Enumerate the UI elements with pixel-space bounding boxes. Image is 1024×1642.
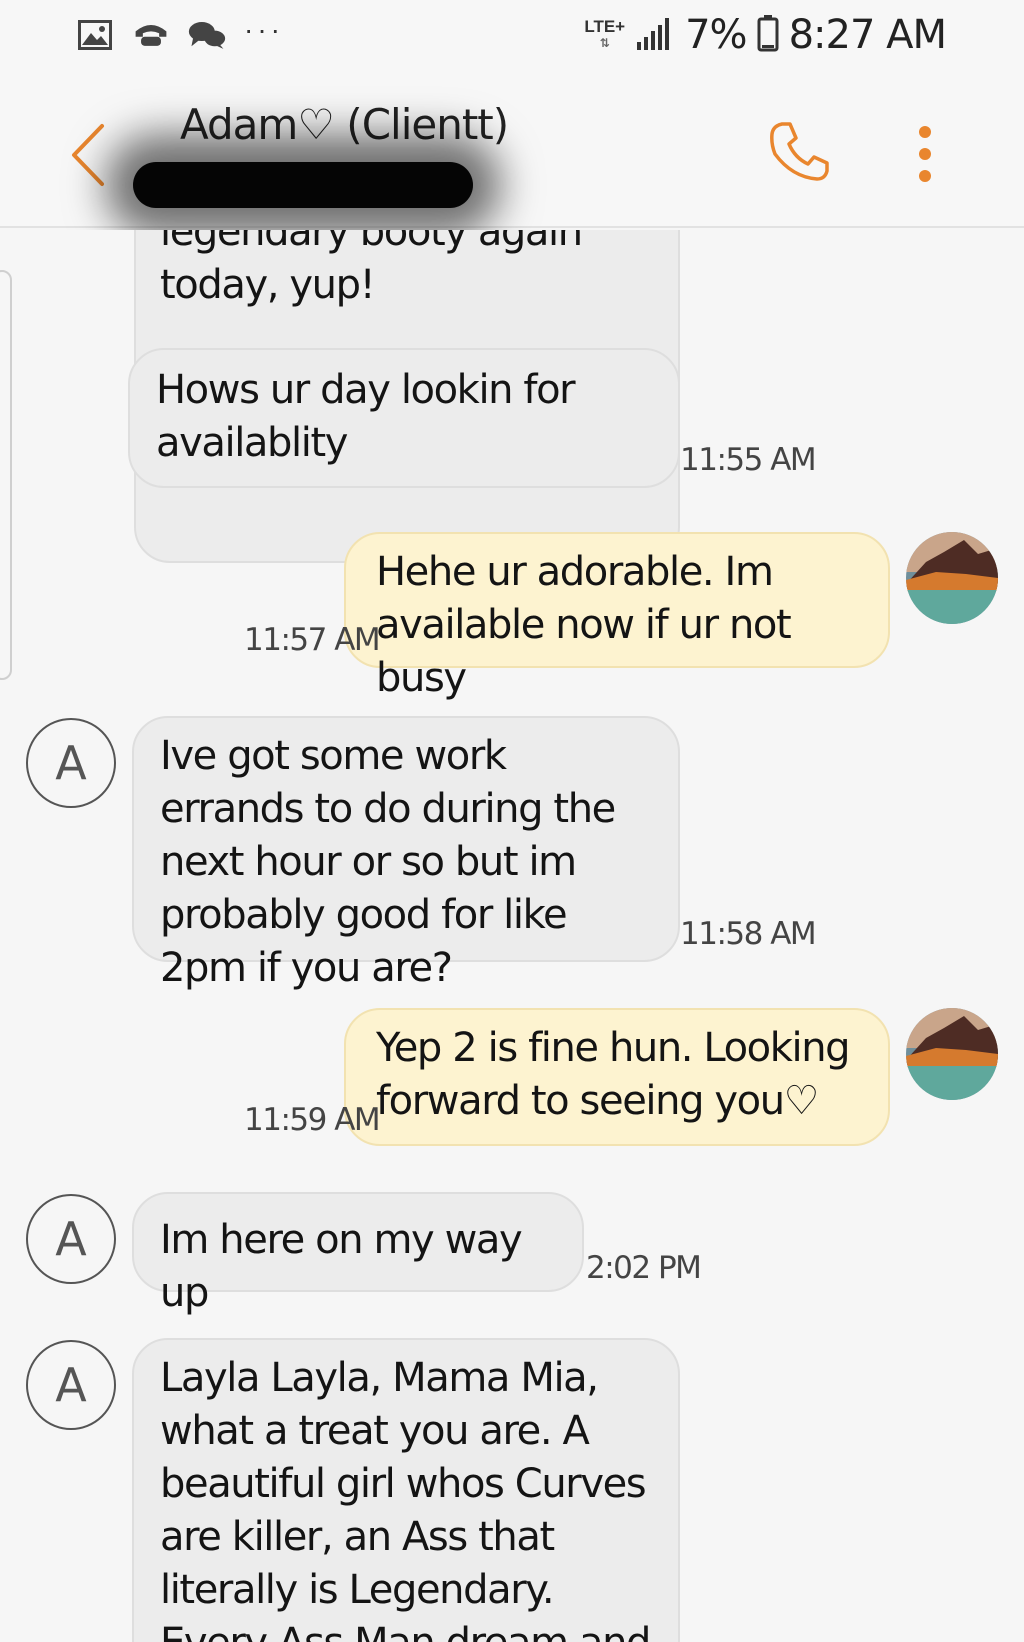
contact-avatar[interactable]: A bbox=[26, 1194, 116, 1284]
message-bubble-incoming[interactable]: Ive got some work errands to do during t… bbox=[132, 716, 680, 991]
chat-bubbles-icon bbox=[188, 18, 226, 52]
message-text: legendary booty again today, yup! bbox=[160, 230, 583, 308]
avatar-initial: A bbox=[55, 1212, 87, 1266]
message-timestamp: 11:55 AM bbox=[680, 442, 817, 478]
redacted-phone-number bbox=[133, 162, 473, 208]
back-button[interactable] bbox=[66, 120, 110, 190]
voicemail-icon bbox=[132, 18, 170, 52]
more-options-button[interactable] bbox=[905, 122, 945, 186]
message-text: Layla Layla, Mama Mia, what a treat you … bbox=[160, 1355, 651, 1642]
battery-percent: 7% bbox=[685, 12, 747, 58]
message-text: Im here on my way up bbox=[160, 1217, 523, 1316]
my-avatar[interactable] bbox=[906, 532, 998, 624]
message-bubble-incoming[interactable]: legendary booty again today, yup! bbox=[134, 230, 680, 322]
avatar-initial: A bbox=[55, 1358, 87, 1412]
message-timestamp: 11:59 AM bbox=[244, 1102, 381, 1138]
network-type: LTE+ bbox=[584, 17, 626, 36]
message-bubble-outgoing[interactable]: Hehe ur adorable. Im available now if ur… bbox=[344, 532, 890, 701]
system-indicators: LTE+ ⇅ 7% 8:27 AM bbox=[584, 12, 947, 58]
call-button[interactable] bbox=[768, 120, 830, 182]
data-arrows-icon: ⇅ bbox=[599, 36, 610, 50]
dot-icon bbox=[919, 170, 931, 182]
message-timestamp: 11:57 AM bbox=[244, 622, 381, 658]
more-notifications-indicator: ··· bbox=[244, 14, 284, 45]
message-timestamp: 2:02 PM bbox=[586, 1250, 702, 1286]
message-bubble-outgoing[interactable]: Yep 2 is fine hun. Looking forward to se… bbox=[344, 1008, 890, 1146]
scroll-indicator bbox=[0, 270, 12, 680]
landscape-photo-icon bbox=[906, 1008, 998, 1100]
avatar-initial: A bbox=[55, 736, 87, 790]
contact-avatar[interactable]: A bbox=[26, 718, 116, 808]
notification-icons: ··· bbox=[76, 14, 284, 52]
clock: 8:27 AM bbox=[788, 12, 947, 58]
my-avatar[interactable] bbox=[906, 1008, 998, 1100]
conversation-header: Adam♡ (Clientt) bbox=[0, 80, 1024, 228]
message-text: Hehe ur adorable. Im available now if ur… bbox=[376, 549, 792, 701]
status-bar: ··· LTE+ ⇅ 7% 8:27 AM bbox=[0, 0, 1024, 80]
landscape-photo-icon bbox=[906, 532, 998, 624]
message-bubble-incoming[interactable]: Hows ur day lookin for availablity bbox=[128, 348, 680, 488]
network-indicator: LTE+ ⇅ bbox=[584, 17, 626, 51]
message-bubble-incoming[interactable]: Layla Layla, Mama Mia, what a treat you … bbox=[132, 1338, 680, 1642]
dot-icon bbox=[919, 148, 931, 160]
contact-avatar[interactable]: A bbox=[26, 1340, 116, 1430]
gallery-icon bbox=[76, 18, 114, 52]
message-text: Ive got some work errands to do during t… bbox=[160, 733, 616, 991]
signal-icon bbox=[635, 15, 675, 56]
phone-icon bbox=[770, 122, 829, 181]
dot-icon bbox=[919, 126, 931, 138]
message-list[interactable]: legendary booty again today, yup! Hows u… bbox=[0, 230, 1024, 1642]
message-text: Hows ur day lookin for availablity bbox=[156, 367, 576, 466]
chevron-left-icon bbox=[72, 124, 104, 186]
message-timestamp: 11:58 AM bbox=[680, 916, 817, 952]
battery-icon bbox=[757, 14, 779, 57]
message-text: Yep 2 is fine hun. Looking forward to se… bbox=[376, 1025, 851, 1124]
contact-name[interactable]: Adam♡ (Clientt) bbox=[180, 100, 509, 149]
message-bubble-incoming[interactable]: Im here on my way up bbox=[132, 1192, 584, 1316]
